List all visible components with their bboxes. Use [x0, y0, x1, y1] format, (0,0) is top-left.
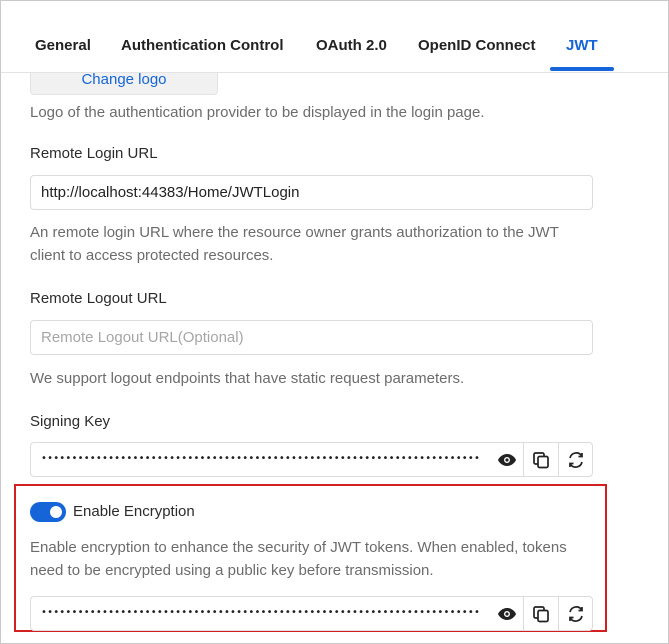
enable-encryption-toggle[interactable] [30, 502, 66, 522]
copy-icon [533, 605, 549, 622]
copy-icon [533, 451, 549, 468]
encryption-key-regenerate-button[interactable] [558, 597, 593, 630]
remote-logout-url-input[interactable]: Remote Logout URL(Optional) [30, 320, 593, 355]
encryption-key-copy-button[interactable] [523, 597, 558, 630]
active-tab-indicator [550, 67, 614, 71]
settings-panel: General Authentication Control OAuth 2.0… [0, 0, 669, 644]
toggle-knob [50, 506, 62, 518]
remote-logout-url-label: Remote Logout URL [30, 290, 167, 307]
tab-general[interactable]: General [35, 37, 91, 54]
refresh-icon [569, 605, 583, 622]
logo-help-text: Logo of the authentication provider to b… [30, 104, 485, 121]
remote-login-help-line2: client to access protected resources. [30, 247, 274, 264]
jwt-settings-content: Change logo Logo of the authentication p… [1, 73, 668, 643]
encryption-key-field[interactable]: ••••••••••••••••••••••••••••••••••••••••… [30, 596, 593, 631]
change-logo-button[interactable]: Change logo [30, 73, 218, 95]
signing-key-copy-button[interactable] [523, 443, 558, 476]
signing-key-masked-value: ••••••••••••••••••••••••••••••••••••••••… [41, 453, 481, 464]
eye-icon [497, 607, 516, 620]
tab-bar: General Authentication Control OAuth 2.0… [1, 1, 668, 73]
encryption-help-line2: need to be encrypted using a public key … [30, 562, 434, 579]
encryption-key-show-button[interactable] [489, 597, 524, 630]
signing-key-field[interactable]: ••••••••••••••••••••••••••••••••••••••••… [30, 442, 593, 477]
remote-login-url-input[interactable]: http://localhost:44383/Home/JWTLogin [30, 175, 593, 210]
tab-jwt[interactable]: JWT [566, 37, 598, 54]
signing-key-show-button[interactable] [489, 443, 524, 476]
refresh-icon [569, 451, 583, 468]
tab-authentication-control[interactable]: Authentication Control [121, 37, 283, 54]
enable-encryption-label: Enable Encryption [73, 503, 195, 520]
encryption-help-line1: Enable encryption to enhance the securit… [30, 539, 567, 556]
remote-login-help-line1: An remote login URL where the resource o… [30, 224, 559, 241]
tab-openid-connect[interactable]: OpenID Connect [418, 37, 536, 54]
signing-key-label: Signing Key [30, 413, 111, 430]
signing-key-regenerate-button[interactable] [558, 443, 593, 476]
remote-login-url-label: Remote Login URL [30, 145, 158, 162]
tab-oauth[interactable]: OAuth 2.0 [316, 37, 387, 54]
remote-logout-help-text: We support logout endpoints that have st… [30, 370, 465, 387]
eye-icon [497, 453, 516, 466]
encryption-key-masked-value: ••••••••••••••••••••••••••••••••••••••••… [41, 607, 481, 618]
